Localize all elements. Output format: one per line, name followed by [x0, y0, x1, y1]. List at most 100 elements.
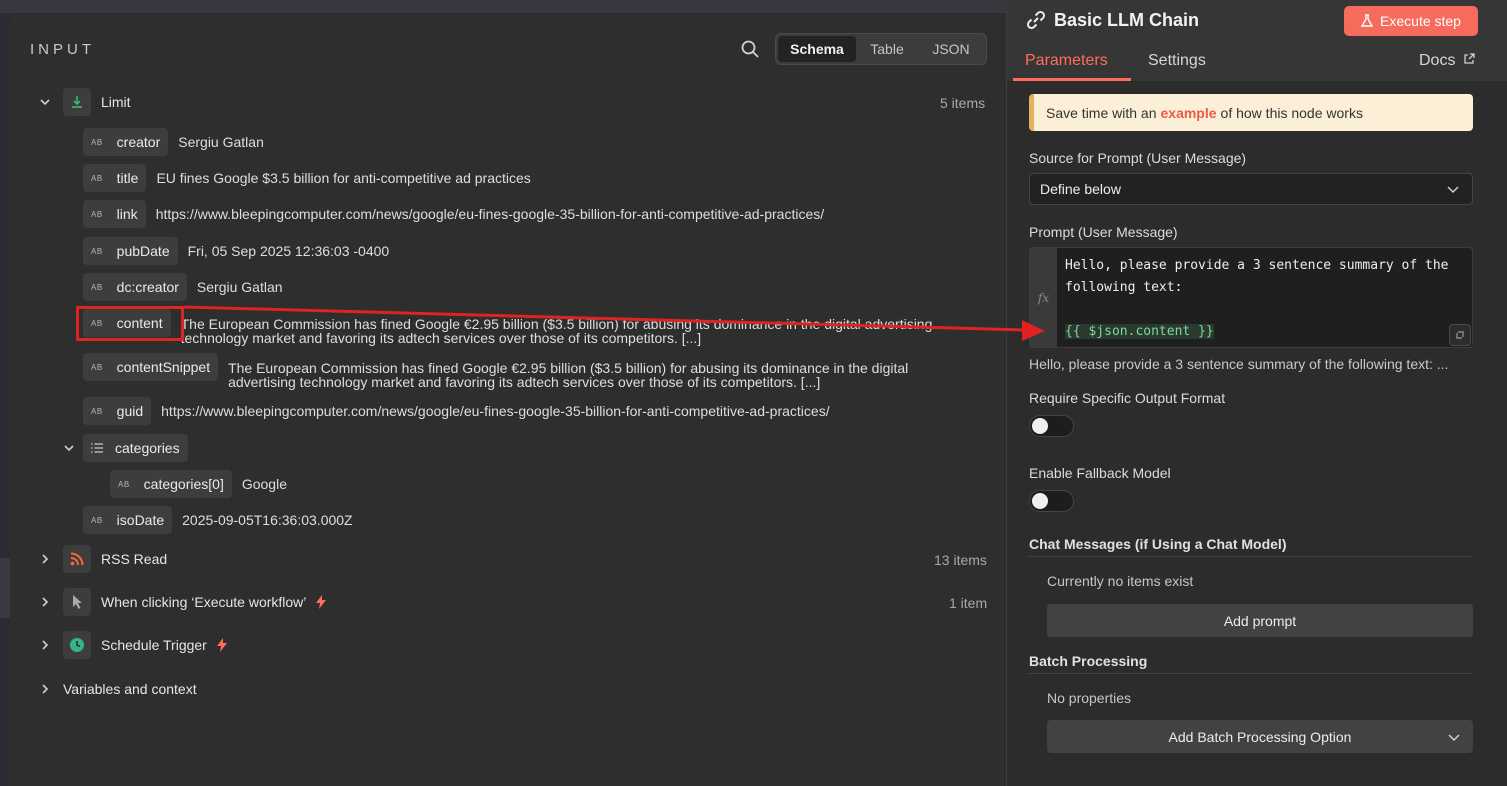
chevron-right-icon[interactable] — [38, 595, 52, 609]
field-row[interactable]: AB pubDate Fri, 05 Sep 2025 12:36:03 -040… — [83, 237, 389, 265]
chevron-down-icon[interactable] — [38, 95, 52, 109]
field-row[interactable]: AB link https://www.bleepingcomputer.com/… — [83, 200, 824, 228]
node-row-manual-trigger[interactable]: When clicking ‘Execute workflow’ — [38, 588, 327, 616]
field-pill-isodate[interactable]: AB isoDate — [83, 506, 173, 534]
add-batch-option-button[interactable]: Add Batch Processing Option — [1047, 720, 1473, 753]
tab-docs[interactable]: Docs — [1419, 52, 1475, 70]
field-row[interactable]: AB content The European Commission has fi… — [83, 309, 932, 345]
view-table[interactable]: Table — [856, 36, 918, 62]
callout-prefix: Save time with an — [1046, 104, 1157, 121]
execute-step-label: Execute step — [1380, 13, 1461, 29]
field-key: dc:creator — [116, 279, 179, 295]
field-pill-title[interactable]: AB title — [83, 164, 147, 192]
field-row[interactable]: AB categories[0] Google — [110, 470, 287, 498]
field-key: categories[0] — [143, 476, 224, 492]
active-tab-indicator — [1013, 78, 1131, 81]
chat-messages-title: Chat Messages (if Using a Chat Model) — [1029, 536, 1287, 552]
field-key: isoDate — [116, 512, 165, 528]
chevron-down-icon — [1447, 186, 1459, 194]
prompt-editor[interactable]: fx Hello, please provide a 3 sentence su… — [1029, 247, 1473, 348]
batch-processing-title: Batch Processing — [1029, 653, 1148, 669]
docs-label: Docs — [1419, 52, 1456, 69]
chevron-right-icon[interactable] — [38, 552, 52, 566]
field-value-line: The European Commission has fined Google… — [228, 360, 909, 376]
example-link[interactable]: example — [1161, 105, 1217, 121]
field-key: pubDate — [116, 243, 170, 259]
node-row-rss-read[interactable]: RSS Read — [38, 545, 167, 573]
input-panel: INPUT Schema Table JSON Limit 5 items AB… — [10, 14, 1006, 786]
execute-step-button[interactable]: Execute step — [1344, 6, 1478, 36]
field-row[interactable]: AB dc:creator Sergiu Gatlan — [83, 273, 283, 301]
field-value: https://www.bleepingcomputer.com/news/go… — [161, 403, 830, 419]
field-value: EU fines Google $3.5 billion for anti-co… — [156, 170, 531, 186]
string-type-icon: AB — [91, 515, 103, 525]
chevron-right-icon[interactable] — [38, 638, 52, 652]
field-key: contentSnippet — [116, 359, 211, 375]
source-prompt-select[interactable]: Define below — [1029, 173, 1473, 205]
field-pill-pubdate[interactable]: AB pubDate — [83, 237, 178, 265]
view-json[interactable]: JSON — [918, 36, 984, 62]
tab-settings[interactable]: Settings — [1148, 52, 1206, 70]
bolt-icon — [316, 595, 327, 609]
search-icon[interactable] — [740, 39, 760, 59]
prompt-code[interactable]: Hello, please provide a 3 sentence summa… — [1065, 255, 1449, 343]
limit-item-count: 5 items — [940, 95, 986, 111]
field-row[interactable]: AB title EU fines Google $3.5 billion for… — [83, 164, 531, 192]
string-type-icon: AB — [91, 173, 103, 183]
node-label-variables: Variables and context — [63, 681, 197, 697]
field-value-line: advertising technology market and favori… — [228, 374, 821, 390]
field-value-line: technology market and favoring its adtec… — [180, 330, 702, 346]
chat-messages-empty: Currently no items exist — [1047, 573, 1194, 589]
field-row[interactable]: AB creator Sergiu Gatlan — [83, 128, 264, 156]
chevron-right-icon[interactable] — [38, 682, 52, 696]
add-batch-option-label: Add Batch Processing Option — [1168, 728, 1352, 745]
expand-editor-icon[interactable] — [1449, 324, 1471, 346]
view-schema[interactable]: Schema — [778, 36, 856, 62]
field-value: https://www.bleepingcomputer.com/news/go… — [155, 206, 825, 222]
field-value: Google — [241, 476, 287, 492]
field-row[interactable]: AB contentSnippet The European Commission… — [83, 353, 908, 389]
field-value: Sergiu Gatlan — [196, 279, 283, 295]
node-title: Basic LLM Chain — [1054, 10, 1200, 30]
field-pill-creator[interactable]: AB creator — [83, 128, 169, 156]
add-prompt-button[interactable]: Add prompt — [1047, 604, 1473, 637]
fallback-model-toggle[interactable] — [1029, 490, 1074, 512]
rss-item-count: 13 items — [934, 552, 987, 568]
node-row-variables[interactable]: Variables and context — [38, 681, 197, 697]
flask-icon — [1361, 14, 1374, 27]
prompt-line: Hello, please provide a 3 sentence summa… — [1065, 258, 1449, 273]
divider — [1029, 673, 1473, 674]
list-icon — [91, 443, 103, 453]
node-parameters-panel: Basic LLM Chain Execute step Parameters … — [1006, 0, 1507, 786]
source-prompt-value: Define below — [1040, 181, 1121, 197]
bolt-icon — [216, 638, 227, 652]
chevron-down-icon[interactable] — [62, 441, 76, 455]
view-toggle: Schema Table JSON — [775, 33, 987, 65]
field-value-line: The European Commission has fined Google… — [180, 316, 933, 332]
field-pill-contentsnippet[interactable]: AB contentSnippet — [83, 353, 219, 381]
field-pill-dc-creator[interactable]: AB dc:creator — [83, 273, 187, 301]
tab-parameters[interactable]: Parameters — [1025, 52, 1108, 70]
field-pill-categories[interactable]: categories — [83, 434, 188, 462]
divider — [1029, 556, 1473, 557]
toggle-knob — [1032, 418, 1048, 434]
node-header: Basic LLM Chain Execute step Parameters … — [1007, 0, 1507, 81]
field-pill-link[interactable]: AB link — [83, 200, 146, 228]
string-type-icon: AB — [91, 282, 103, 292]
external-link-icon — [1464, 53, 1475, 64]
require-format-toggle[interactable] — [1029, 415, 1074, 437]
field-row[interactable]: AB isoDate 2025-09-05T16:36:03.000Z — [83, 506, 353, 534]
field-key: guid — [116, 403, 144, 419]
field-row[interactable]: categories — [62, 434, 188, 462]
string-type-icon: AB — [91, 246, 103, 256]
field-pill-guid[interactable]: AB guid — [83, 397, 152, 425]
node-row-schedule-trigger[interactable]: Schedule Trigger — [38, 631, 228, 659]
prompt-preview: Hello, please provide a 3 sentence summa… — [1029, 356, 1449, 372]
field-pill-categories-0[interactable]: AB categories[0] — [110, 470, 232, 498]
field-value: Sergiu Gatlan — [178, 134, 264, 150]
annotation-highlight-box — [76, 306, 184, 341]
field-row[interactable]: AB guid https://www.bleepingcomputer.com/… — [83, 397, 830, 425]
node-row-limit[interactable]: Limit — [38, 88, 131, 116]
manual-item-count: 1 item — [949, 595, 988, 611]
chevron-down-icon — [1448, 734, 1460, 742]
